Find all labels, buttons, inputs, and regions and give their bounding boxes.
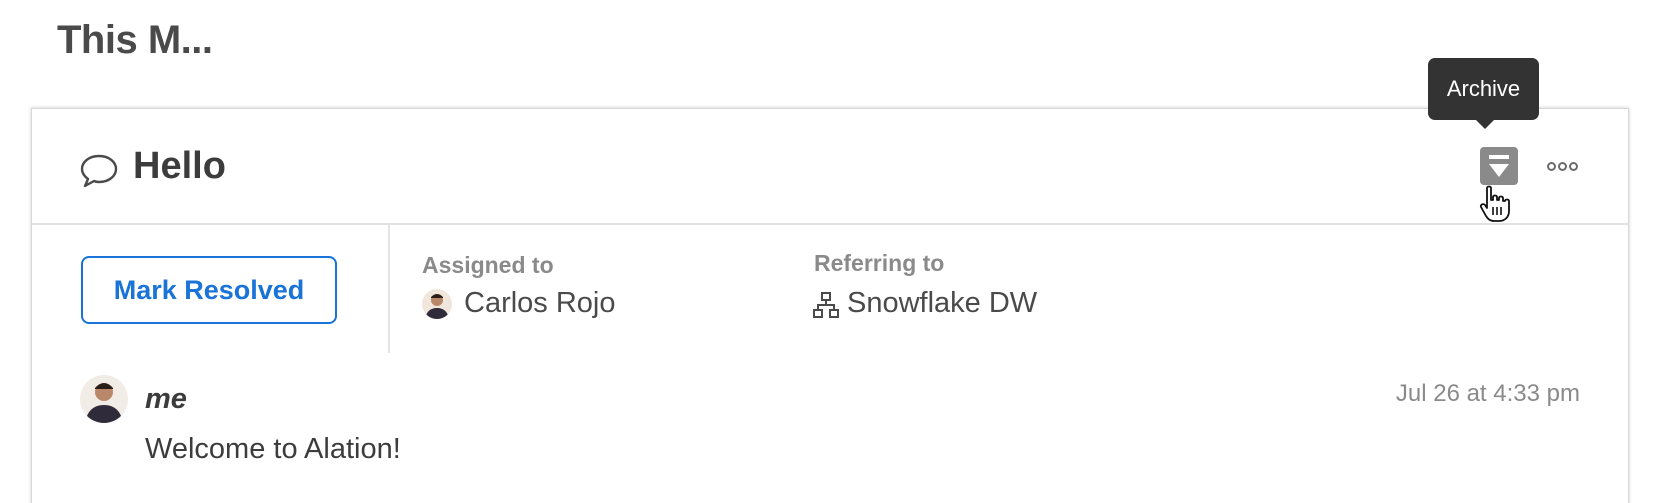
mark-resolved-button[interactable]: Mark Resolved <box>81 256 337 324</box>
divider <box>388 225 390 353</box>
avatar <box>80 375 128 423</box>
referring-to-value[interactable]: Snowflake DW <box>847 287 1037 320</box>
more-dot <box>1547 162 1556 171</box>
hierarchy-icon <box>813 292 839 318</box>
thread-title: Hello <box>133 145 226 187</box>
message-body: Welcome to Alation! <box>145 433 401 465</box>
speech-bubble-icon <box>80 154 118 188</box>
more-dot <box>1569 162 1578 171</box>
assignee-name[interactable]: Carlos Rojo <box>464 287 616 320</box>
page-title: This M... <box>57 18 213 62</box>
more-options-button[interactable] <box>1547 155 1583 179</box>
tooltip-arrow <box>1475 119 1495 129</box>
assigned-to-label: Assigned to <box>422 252 554 278</box>
message-timestamp: Jul 26 at 4:33 pm <box>1395 380 1580 407</box>
referring-to-label: Referring to <box>814 250 945 276</box>
conversation-card: Hello Mark Resolved Assigned to Carlos R… <box>31 108 1629 503</box>
meta-row: Mark Resolved Assigned to Carlos Rojo Re… <box>32 225 1628 353</box>
archive-tooltip: Archive <box>1428 58 1539 120</box>
message-author[interactable]: me <box>145 383 187 416</box>
message-item: me Jul 26 at 4:33 pm Welcome to Alation! <box>32 353 1628 503</box>
archive-button[interactable] <box>1480 147 1518 185</box>
card-header: Hello <box>32 109 1628 225</box>
more-dot <box>1558 162 1567 171</box>
avatar <box>422 289 452 319</box>
hand-cursor-icon <box>1479 185 1510 222</box>
archive-icon <box>1489 155 1509 177</box>
